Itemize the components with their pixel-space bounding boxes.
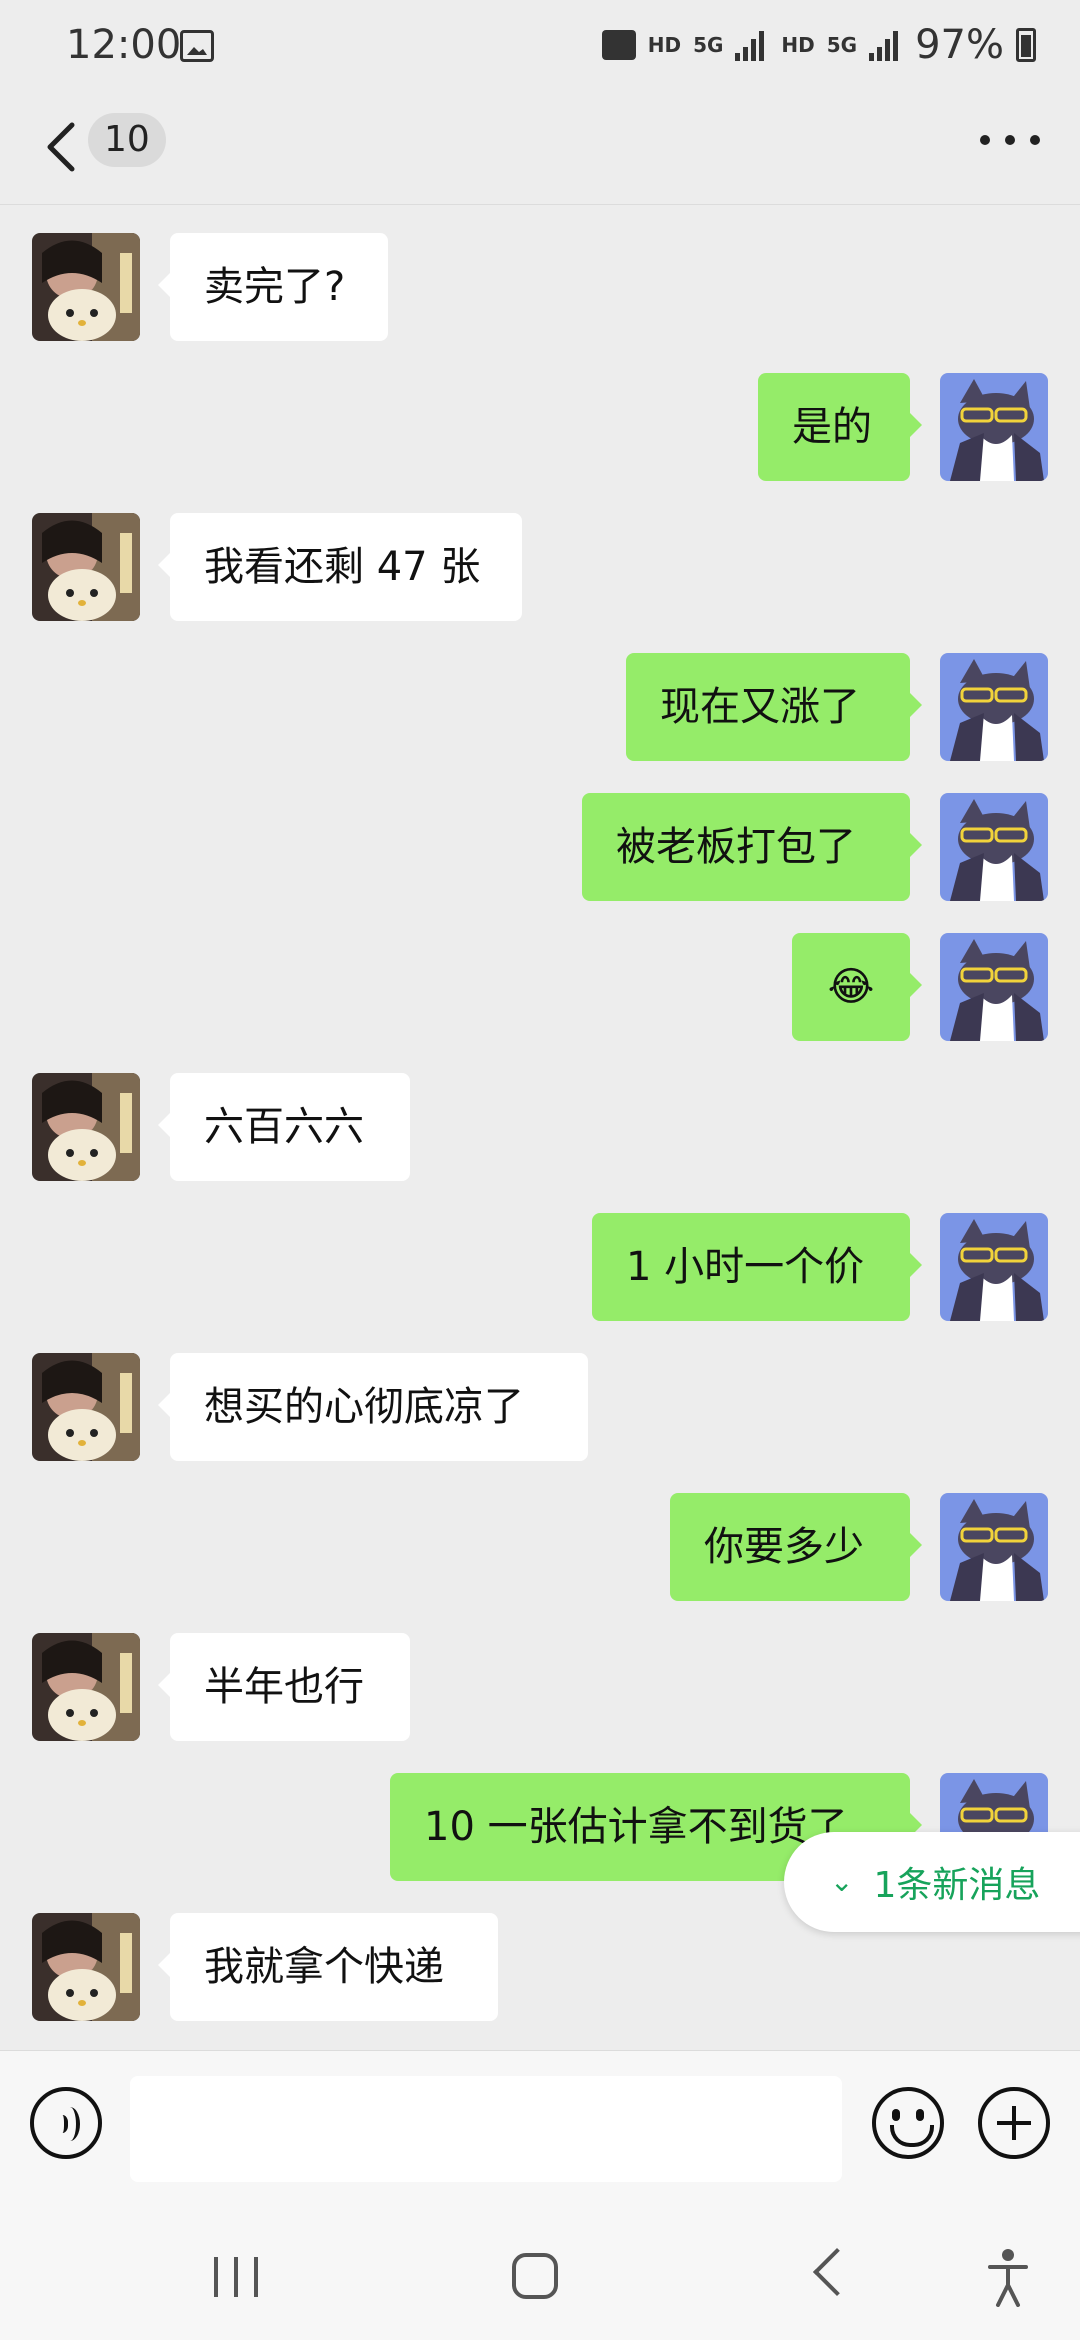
status-time: 12:00 — [66, 22, 182, 68]
recent-apps-icon[interactable] — [214, 2257, 258, 2297]
contact-avatar[interactable] — [32, 513, 140, 621]
double-chevron-down-icon: ⌄ — [830, 1865, 854, 1898]
new-message-label: 1条新消息 — [873, 1865, 1041, 1906]
outgoing-message-bubble[interactable]: 1 小时一个价 — [592, 1213, 922, 1321]
voice-input-icon[interactable] — [30, 2087, 102, 2159]
emoji-icon[interactable] — [872, 2087, 944, 2159]
new-message-pill[interactable]: ⌄ 1条新消息 — [784, 1832, 1080, 1932]
system-nav-bar — [0, 2195, 1080, 2340]
signal-icon-2 — [869, 29, 903, 61]
contact-avatar[interactable] — [32, 233, 140, 341]
5g-label-1: 5G — [693, 33, 724, 57]
my-avatar[interactable] — [940, 653, 1048, 761]
my-avatar[interactable] — [940, 793, 1048, 901]
outgoing-message-bubble[interactable]: 被老板打包了 — [582, 793, 922, 901]
contact-avatar[interactable] — [32, 1353, 140, 1461]
unread-count-badge[interactable]: 10 — [88, 113, 166, 167]
status-right: HD 5G HD 5G 97% — [601, 22, 1036, 68]
battery-icon — [1016, 28, 1036, 62]
contact-avatar[interactable] — [32, 1913, 140, 2021]
home-icon[interactable] — [512, 2253, 558, 2299]
my-avatar[interactable] — [940, 1493, 1048, 1601]
5g-label-2: 5G — [826, 33, 858, 57]
nav-back-icon[interactable] — [812, 2247, 862, 2297]
incoming-message-bubble[interactable]: 卖完了? — [158, 233, 388, 341]
input-bar — [0, 2050, 1080, 2195]
incoming-message-bubble[interactable]: 我看还剩 47 张 — [158, 513, 522, 621]
more-options-icon[interactable] — [980, 125, 1040, 155]
back-arrow-icon[interactable] — [42, 117, 82, 177]
battery-percent: 97% — [915, 22, 1004, 68]
my-avatar[interactable] — [940, 1213, 1048, 1321]
incoming-message-bubble[interactable]: 我就拿个快递 — [158, 1913, 498, 2021]
incoming-message-bubble[interactable]: 六百六六 — [158, 1073, 410, 1181]
outgoing-message-bubble[interactable]: 😂 — [792, 933, 922, 1041]
outgoing-message-bubble[interactable]: 现在又涨了 — [626, 653, 922, 761]
status-bar: 12:00 HD 5G HD 5G 97% — [0, 0, 1080, 95]
chat-screen: 12:00 HD 5G HD 5G 97% 10 卖完了? 是的我看还剩 47 张… — [0, 0, 1080, 2340]
outgoing-message-bubble[interactable]: 你要多少 — [670, 1493, 922, 1601]
signal-icon-1 — [735, 29, 769, 61]
hd-label-2: HD — [781, 33, 815, 57]
outgoing-message-bubble[interactable]: 是的 — [758, 373, 922, 481]
data-transfer-icon — [601, 30, 636, 60]
accessibility-icon[interactable] — [986, 2247, 1030, 2307]
contact-avatar[interactable] — [32, 1633, 140, 1741]
hd-label-1: HD — [647, 33, 682, 57]
incoming-message-bubble[interactable]: 想买的心彻底凉了 — [158, 1353, 588, 1461]
incoming-message-bubble[interactable]: 半年也行 — [158, 1633, 410, 1741]
gallery-notification-icon — [180, 30, 214, 62]
message-input[interactable] — [130, 2076, 842, 2182]
my-avatar[interactable] — [940, 373, 1048, 481]
contact-avatar[interactable] — [32, 1073, 140, 1181]
my-avatar[interactable] — [940, 933, 1048, 1041]
more-actions-plus-icon[interactable] — [978, 2087, 1050, 2159]
chat-header: 10 — [0, 95, 1080, 205]
